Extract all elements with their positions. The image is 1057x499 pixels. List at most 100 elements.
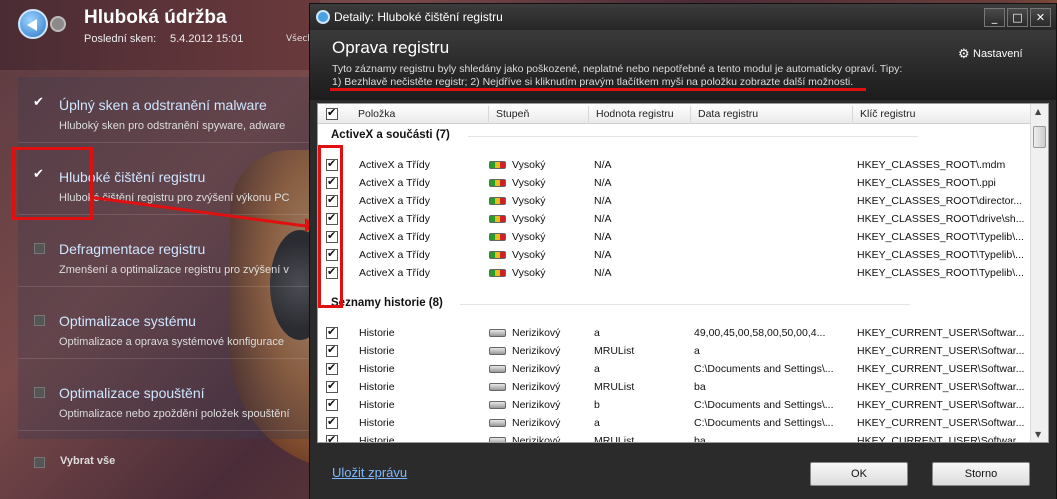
severity-low-icon — [489, 329, 506, 337]
list-item[interactable]: Historie Nerizikový MRUList ba HKEY_CURR… — [318, 378, 1030, 396]
row-checkbox[interactable] — [326, 415, 338, 429]
task-title[interactable]: Úplný sken a odstranění malware — [59, 97, 267, 113]
details-dialog: Detaily: Hluboké čištění registru _ □ ✕ … — [309, 3, 1057, 499]
col-separator[interactable] — [690, 106, 691, 122]
row-data: 49,00,45,00,58,00,50,00,4... — [694, 327, 826, 339]
row-key: HKEY_CURRENT_USER\Softwar... — [857, 399, 1025, 411]
header-title: Oprava registru — [332, 38, 450, 57]
select-all-label[interactable]: Vybrat vše — [60, 455, 115, 467]
annotation-highlight-box — [12, 147, 93, 220]
maximize-button[interactable]: □ — [1007, 8, 1028, 27]
ok-button[interactable]: OK — [810, 462, 908, 486]
header-desc-line1: Tyto záznamy registru byly shledány jako… — [332, 63, 903, 75]
save-report-link[interactable]: Uložit zprávu — [332, 465, 407, 480]
col-severity[interactable]: Stupeň — [496, 108, 529, 120]
group-header[interactable]: ActiveX a součásti (7) — [331, 129, 450, 141]
list-item[interactable]: Historie Nerizikový b C:\Documents and S… — [318, 396, 1030, 414]
row-value: N/A — [594, 159, 612, 171]
row-checkbox[interactable] — [326, 397, 338, 411]
row-item: Historie — [359, 345, 395, 357]
close-button[interactable]: ✕ — [1030, 8, 1051, 27]
task-desc: Optimalizace nebo zpoždění položek spouš… — [59, 408, 290, 420]
vertical-scrollbar[interactable]: ▲ ▼ — [1030, 104, 1048, 442]
row-severity: Vysoký — [512, 231, 546, 243]
task-checkbox[interactable] — [34, 387, 45, 398]
severity-high-icon — [489, 179, 506, 187]
list-item[interactable]: ActiveX a Třídy Vysoký N/A HKEY_CLASSES_… — [318, 210, 1030, 228]
list-item[interactable]: ActiveX a Třídy Vysoký N/A HKEY_CLASSES_… — [318, 192, 1030, 210]
scroll-thumb[interactable] — [1033, 126, 1046, 148]
row-severity: Vysoký — [512, 249, 546, 261]
row-key: HKEY_CLASSES_ROOT\.ppi — [857, 177, 996, 189]
task-title[interactable]: Optimalizace systému — [59, 313, 196, 329]
col-separator[interactable] — [852, 106, 853, 122]
group-header[interactable]: Seznamy historie (8) — [331, 297, 443, 309]
row-key: HKEY_CURRENT_USER\Softwar... — [857, 327, 1025, 339]
list-item[interactable]: ActiveX a Třídy Vysoký N/A HKEY_CLASSES_… — [318, 156, 1030, 174]
col-item[interactable]: Položka — [358, 108, 395, 120]
row-value: N/A — [594, 267, 612, 279]
select-all-checkbox[interactable] — [34, 457, 45, 468]
severity-low-icon — [489, 347, 506, 355]
task-item-system-optimization[interactable]: Optimalizace systému Optimalizace a opra… — [18, 293, 318, 359]
row-data: a — [694, 345, 700, 357]
list-item[interactable]: ActiveX a Třídy Vysoký N/A HKEY_CLASSES_… — [318, 228, 1030, 246]
col-separator[interactable] — [488, 106, 489, 122]
header-checkbox[interactable]: ✔ — [326, 106, 338, 120]
row-value: N/A — [594, 249, 612, 261]
task-title[interactable]: Optimalizace spouštění — [59, 385, 205, 401]
list-item[interactable]: ActiveX a Třídy Vysoký N/A HKEY_CLASSES_… — [318, 264, 1030, 282]
row-value: N/A — [594, 177, 612, 189]
list-item[interactable]: ActiveX a Třídy Vysoký N/A HKEY_CLASSES_… — [318, 246, 1030, 264]
col-data[interactable]: Data registru — [698, 108, 758, 120]
forward-arrow-icon[interactable] — [50, 16, 66, 32]
list-item[interactable]: ActiveX a Třídy Vysoký N/A HKEY_CLASSES_… — [318, 174, 1030, 192]
last-scan-value: 5.4.2012 15:01 — [170, 33, 244, 45]
col-value[interactable]: Hodnota registru — [596, 108, 674, 120]
task-item-registry-defrag[interactable]: Defragmentace registru Zmenšení a optima… — [18, 221, 318, 287]
severity-high-icon — [489, 161, 506, 169]
scroll-up-icon[interactable]: ▲ — [1035, 107, 1041, 116]
registry-list[interactable]: ✔ Položka Stupeň Hodnota registru Data r… — [317, 103, 1049, 443]
app-logo-icon — [316, 10, 330, 24]
minimize-button[interactable]: _ — [984, 8, 1005, 27]
row-key: HKEY_CLASSES_ROOT\.mdm — [857, 159, 1006, 171]
column-header: ✔ Položka Stupeň Hodnota registru Data r… — [318, 104, 1030, 124]
row-value: MRUList — [594, 381, 635, 393]
row-severity: Vysoký — [512, 267, 546, 279]
row-severity: Nerizikový — [512, 435, 561, 443]
task-item-startup-optimization[interactable]: Optimalizace spouštění Optimalizace nebo… — [18, 365, 318, 431]
back-arrow-icon[interactable] — [18, 9, 48, 39]
task-desc: Optimalizace a oprava systémové konfigur… — [59, 336, 284, 348]
gear-icon[interactable]: ⚙ — [958, 47, 970, 62]
annotation-checkbox-box — [318, 145, 343, 308]
settings-link[interactable]: Nastavení — [973, 48, 1023, 60]
severity-low-icon — [489, 365, 506, 373]
task-item-malware-scan[interactable]: Úplný sken a odstranění malware Hluboký … — [18, 77, 318, 143]
row-item: ActiveX a Třídy — [359, 231, 430, 243]
row-key: HKEY_CURRENT_USER\Softwar... — [857, 417, 1025, 429]
dialog-titlebar[interactable]: Detaily: Hluboké čištění registru _ □ ✕ — [310, 4, 1056, 30]
list-item[interactable]: Historie Nerizikový a C:\Documents and S… — [318, 360, 1030, 378]
task-checkbox[interactable] — [33, 95, 45, 110]
cancel-button[interactable]: Storno — [932, 462, 1030, 486]
row-checkbox[interactable] — [326, 343, 338, 357]
row-checkbox[interactable] — [326, 379, 338, 393]
col-key[interactable]: Klíč registru — [860, 108, 915, 120]
row-checkbox[interactable] — [326, 361, 338, 375]
task-title[interactable]: Defragmentace registru — [59, 241, 205, 257]
row-value: N/A — [594, 213, 612, 225]
list-item[interactable]: Historie Nerizikový MRUList a HKEY_CURRE… — [318, 342, 1030, 360]
list-item[interactable]: Historie Nerizikový a 49,00,45,00,58,00,… — [318, 324, 1030, 342]
task-checkbox[interactable] — [34, 315, 45, 326]
row-checkbox[interactable] — [326, 325, 338, 339]
row-item: ActiveX a Třídy — [359, 249, 430, 261]
col-separator[interactable] — [588, 106, 589, 122]
list-item[interactable]: Historie Nerizikový a C:\Documents and S… — [318, 414, 1030, 432]
scroll-down-icon[interactable]: ▼ — [1035, 430, 1041, 439]
list-item[interactable]: Historie Nerizikový MRUList ba HKEY_CURR… — [318, 432, 1030, 443]
row-checkbox[interactable] — [326, 433, 338, 442]
row-item: ActiveX a Třídy — [359, 195, 430, 207]
header-desc-line2: 1) Bezhlavě nečistěte registr; 2) Nejdří… — [332, 76, 854, 88]
task-checkbox[interactable] — [34, 243, 45, 254]
